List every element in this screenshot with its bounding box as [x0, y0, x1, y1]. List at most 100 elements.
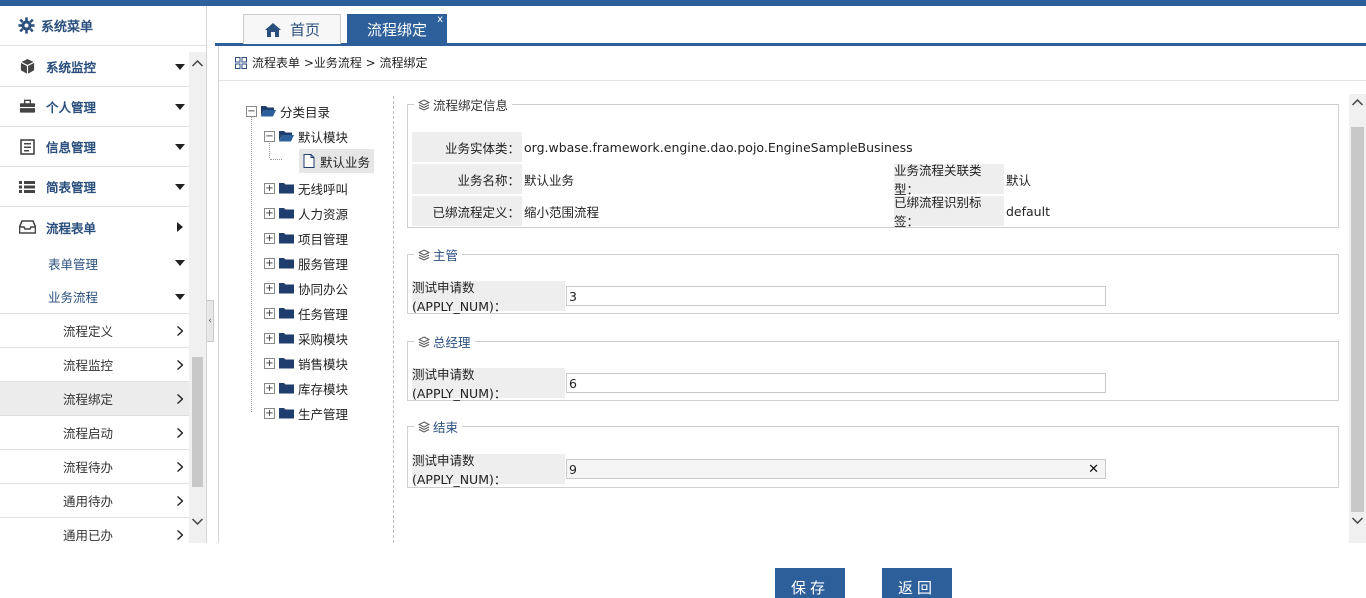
- scroll-down-icon[interactable]: [1349, 512, 1366, 529]
- layers-icon: [418, 248, 430, 261]
- tree-collapse-icon[interactable]: −: [264, 130, 275, 142]
- fieldset-legend: 流程绑定信息: [414, 95, 513, 114]
- back-button[interactable]: 返回: [882, 568, 952, 598]
- breadcrumb-text: 流程表单 >业务流程 > 流程绑定: [252, 56, 428, 70]
- chevron-left-icon: ‹: [208, 316, 212, 326]
- folder-icon: [279, 233, 294, 244]
- tree-expand-icon[interactable]: +: [264, 332, 275, 344]
- document-icon: [18, 138, 36, 156]
- tree-expand-icon[interactable]: +: [264, 182, 275, 194]
- content-scrollbar[interactable]: [1349, 94, 1366, 543]
- sidebar-subitem-label: 表单管理: [48, 256, 99, 272]
- tree-expand-icon[interactable]: +: [264, 257, 275, 269]
- scroll-up-icon[interactable]: [1349, 94, 1366, 111]
- scroll-down-icon[interactable]: [192, 518, 203, 525]
- briefcase-icon: [18, 98, 36, 116]
- tree-expand-icon[interactable]: +: [264, 307, 275, 319]
- folder-icon: [279, 383, 294, 394]
- sidebar-collapse-handle[interactable]: ‹: [207, 300, 214, 342]
- tree-expand-icon[interactable]: +: [264, 407, 275, 419]
- sidebar-item-workflow-form[interactable]: 流程表单: [0, 207, 189, 247]
- sidebar-item-personal[interactable]: 个人管理: [0, 87, 189, 127]
- general-manager-fieldset: 总经理 测试申请数(APPLY_NUM)： 6: [407, 332, 1339, 401]
- category-tree: − 分类目录 − 默认模块 默认业务 + 无线呼叫 + 人力资源 + 项目管理: [243, 96, 393, 543]
- tree-node[interactable]: + 无线呼叫: [264, 178, 348, 198]
- sidebar-item-label: 流程表单: [46, 220, 97, 236]
- sidebar-leaf-flow-binding[interactable]: 流程绑定: [0, 382, 189, 416]
- caret-down-icon: [175, 292, 185, 302]
- entity-value: org.wbase.framework.engine.dao.pojo.Engi…: [524, 139, 913, 155]
- tree-node-default-module[interactable]: − 默认模块: [264, 126, 348, 146]
- sidebar-leaf-common-done[interactable]: 通用已办: [0, 518, 189, 543]
- tree-node-default-business[interactable]: 默认业务: [299, 149, 375, 173]
- business-name-label: 业务名称：: [412, 164, 522, 194]
- tab-close-icon[interactable]: x: [437, 15, 443, 25]
- sidebar-leaf-label: 流程启动: [63, 426, 114, 441]
- sidebar-scroll-thumb[interactable]: [192, 357, 203, 487]
- folder-icon: [279, 208, 294, 219]
- caret-down-icon: [175, 102, 185, 112]
- tree-divider: [393, 96, 394, 543]
- tab-home[interactable]: 首页: [243, 14, 341, 44]
- folder-icon: [279, 308, 294, 319]
- tree-collapse-icon[interactable]: −: [246, 105, 257, 117]
- sidebar-scrollbar[interactable]: [189, 52, 206, 543]
- sidebar-item-label: 简表管理: [46, 180, 97, 195]
- relation-type-label: 业务流程关联类型：: [894, 163, 1004, 197]
- folder-open-icon: [279, 131, 294, 142]
- sidebar-leaf-flow-monitor[interactable]: 流程监控: [0, 348, 189, 382]
- sidebar-leaf-flow-definition[interactable]: 流程定义: [0, 314, 189, 348]
- tree-node[interactable]: + 任务管理: [264, 303, 348, 323]
- tree-node[interactable]: + 项目管理: [264, 228, 348, 248]
- chevron-right-icon: [175, 393, 185, 404]
- tree-expand-icon[interactable]: +: [264, 232, 275, 244]
- tree-expand-icon[interactable]: +: [264, 207, 275, 219]
- tree-line: [251, 112, 252, 412]
- tree-expand-icon[interactable]: +: [264, 382, 275, 394]
- tree-node[interactable]: + 服务管理: [264, 253, 348, 273]
- apply-num-input[interactable]: 6: [566, 373, 1106, 393]
- inbox-icon: [18, 218, 36, 236]
- caret-down-icon: [175, 142, 185, 152]
- tree-expand-icon[interactable]: +: [264, 282, 275, 294]
- tree-node-label: 协同办公: [298, 281, 349, 297]
- manager-fieldset: 主管 测试申请数(APPLY_NUM)： 3: [407, 245, 1339, 314]
- sidebar-title: 系统菜单: [41, 20, 94, 35]
- bound-flow-value: 缩小范围流程: [524, 204, 600, 220]
- layers-icon: [418, 420, 430, 433]
- layers-icon: [418, 98, 430, 111]
- sidebar-leaf-label: 流程定义: [63, 324, 114, 339]
- tree-expand-icon[interactable]: +: [264, 357, 275, 369]
- sidebar-item-simple-table[interactable]: 简表管理: [0, 167, 189, 207]
- apply-num-input-focused[interactable]: 9 ✕: [566, 459, 1106, 479]
- scroll-up-icon[interactable]: [192, 60, 203, 67]
- tree-node[interactable]: + 生产管理: [264, 403, 348, 423]
- sidebar-leaf-flow-todo[interactable]: 流程待办: [0, 450, 189, 484]
- tree-node[interactable]: + 协同办公: [264, 278, 348, 298]
- apply-num-input[interactable]: 3: [566, 286, 1106, 306]
- tree-node[interactable]: + 库存模块: [264, 378, 348, 398]
- home-icon: [265, 22, 281, 37]
- sidebar-subitem-business-flow[interactable]: 业务流程: [0, 280, 189, 314]
- save-button[interactable]: 保存: [775, 568, 845, 598]
- sidebar-item-system-monitor[interactable]: 系统监控: [0, 47, 189, 87]
- layers-icon: [418, 335, 430, 348]
- chevron-right-icon: [175, 529, 185, 540]
- content-scroll-thumb[interactable]: [1351, 127, 1364, 512]
- chevron-right-icon: [175, 359, 185, 370]
- bound-tag-label: 已绑流程识别标签：: [894, 195, 1004, 229]
- tree-node[interactable]: + 采购模块: [264, 328, 348, 348]
- tree-node[interactable]: + 人力资源: [264, 203, 348, 223]
- content-area: 流程表单 >业务流程 > 流程绑定 − 分类目录 − 默认模块 默认业务 + 无…: [218, 46, 1366, 598]
- sidebar-subitem-form-management[interactable]: 表单管理: [0, 246, 189, 280]
- tree-node-root[interactable]: − 分类目录: [246, 101, 330, 121]
- sidebar-item-info[interactable]: 信息管理: [0, 127, 189, 167]
- tab-flow-binding[interactable]: 流程绑定 x: [347, 14, 447, 44]
- apply-num-label: 测试申请数(APPLY_NUM)：: [412, 280, 565, 314]
- sidebar-subitem-label: 业务流程: [48, 290, 99, 305]
- clear-input-icon[interactable]: ✕: [1088, 462, 1099, 477]
- sidebar-leaf-flow-start[interactable]: 流程启动: [0, 416, 189, 450]
- tree-node[interactable]: + 销售模块: [264, 353, 348, 373]
- sidebar-leaf-common-todo[interactable]: 通用待办: [0, 484, 189, 518]
- apply-num-input-value: 9: [569, 461, 577, 477]
